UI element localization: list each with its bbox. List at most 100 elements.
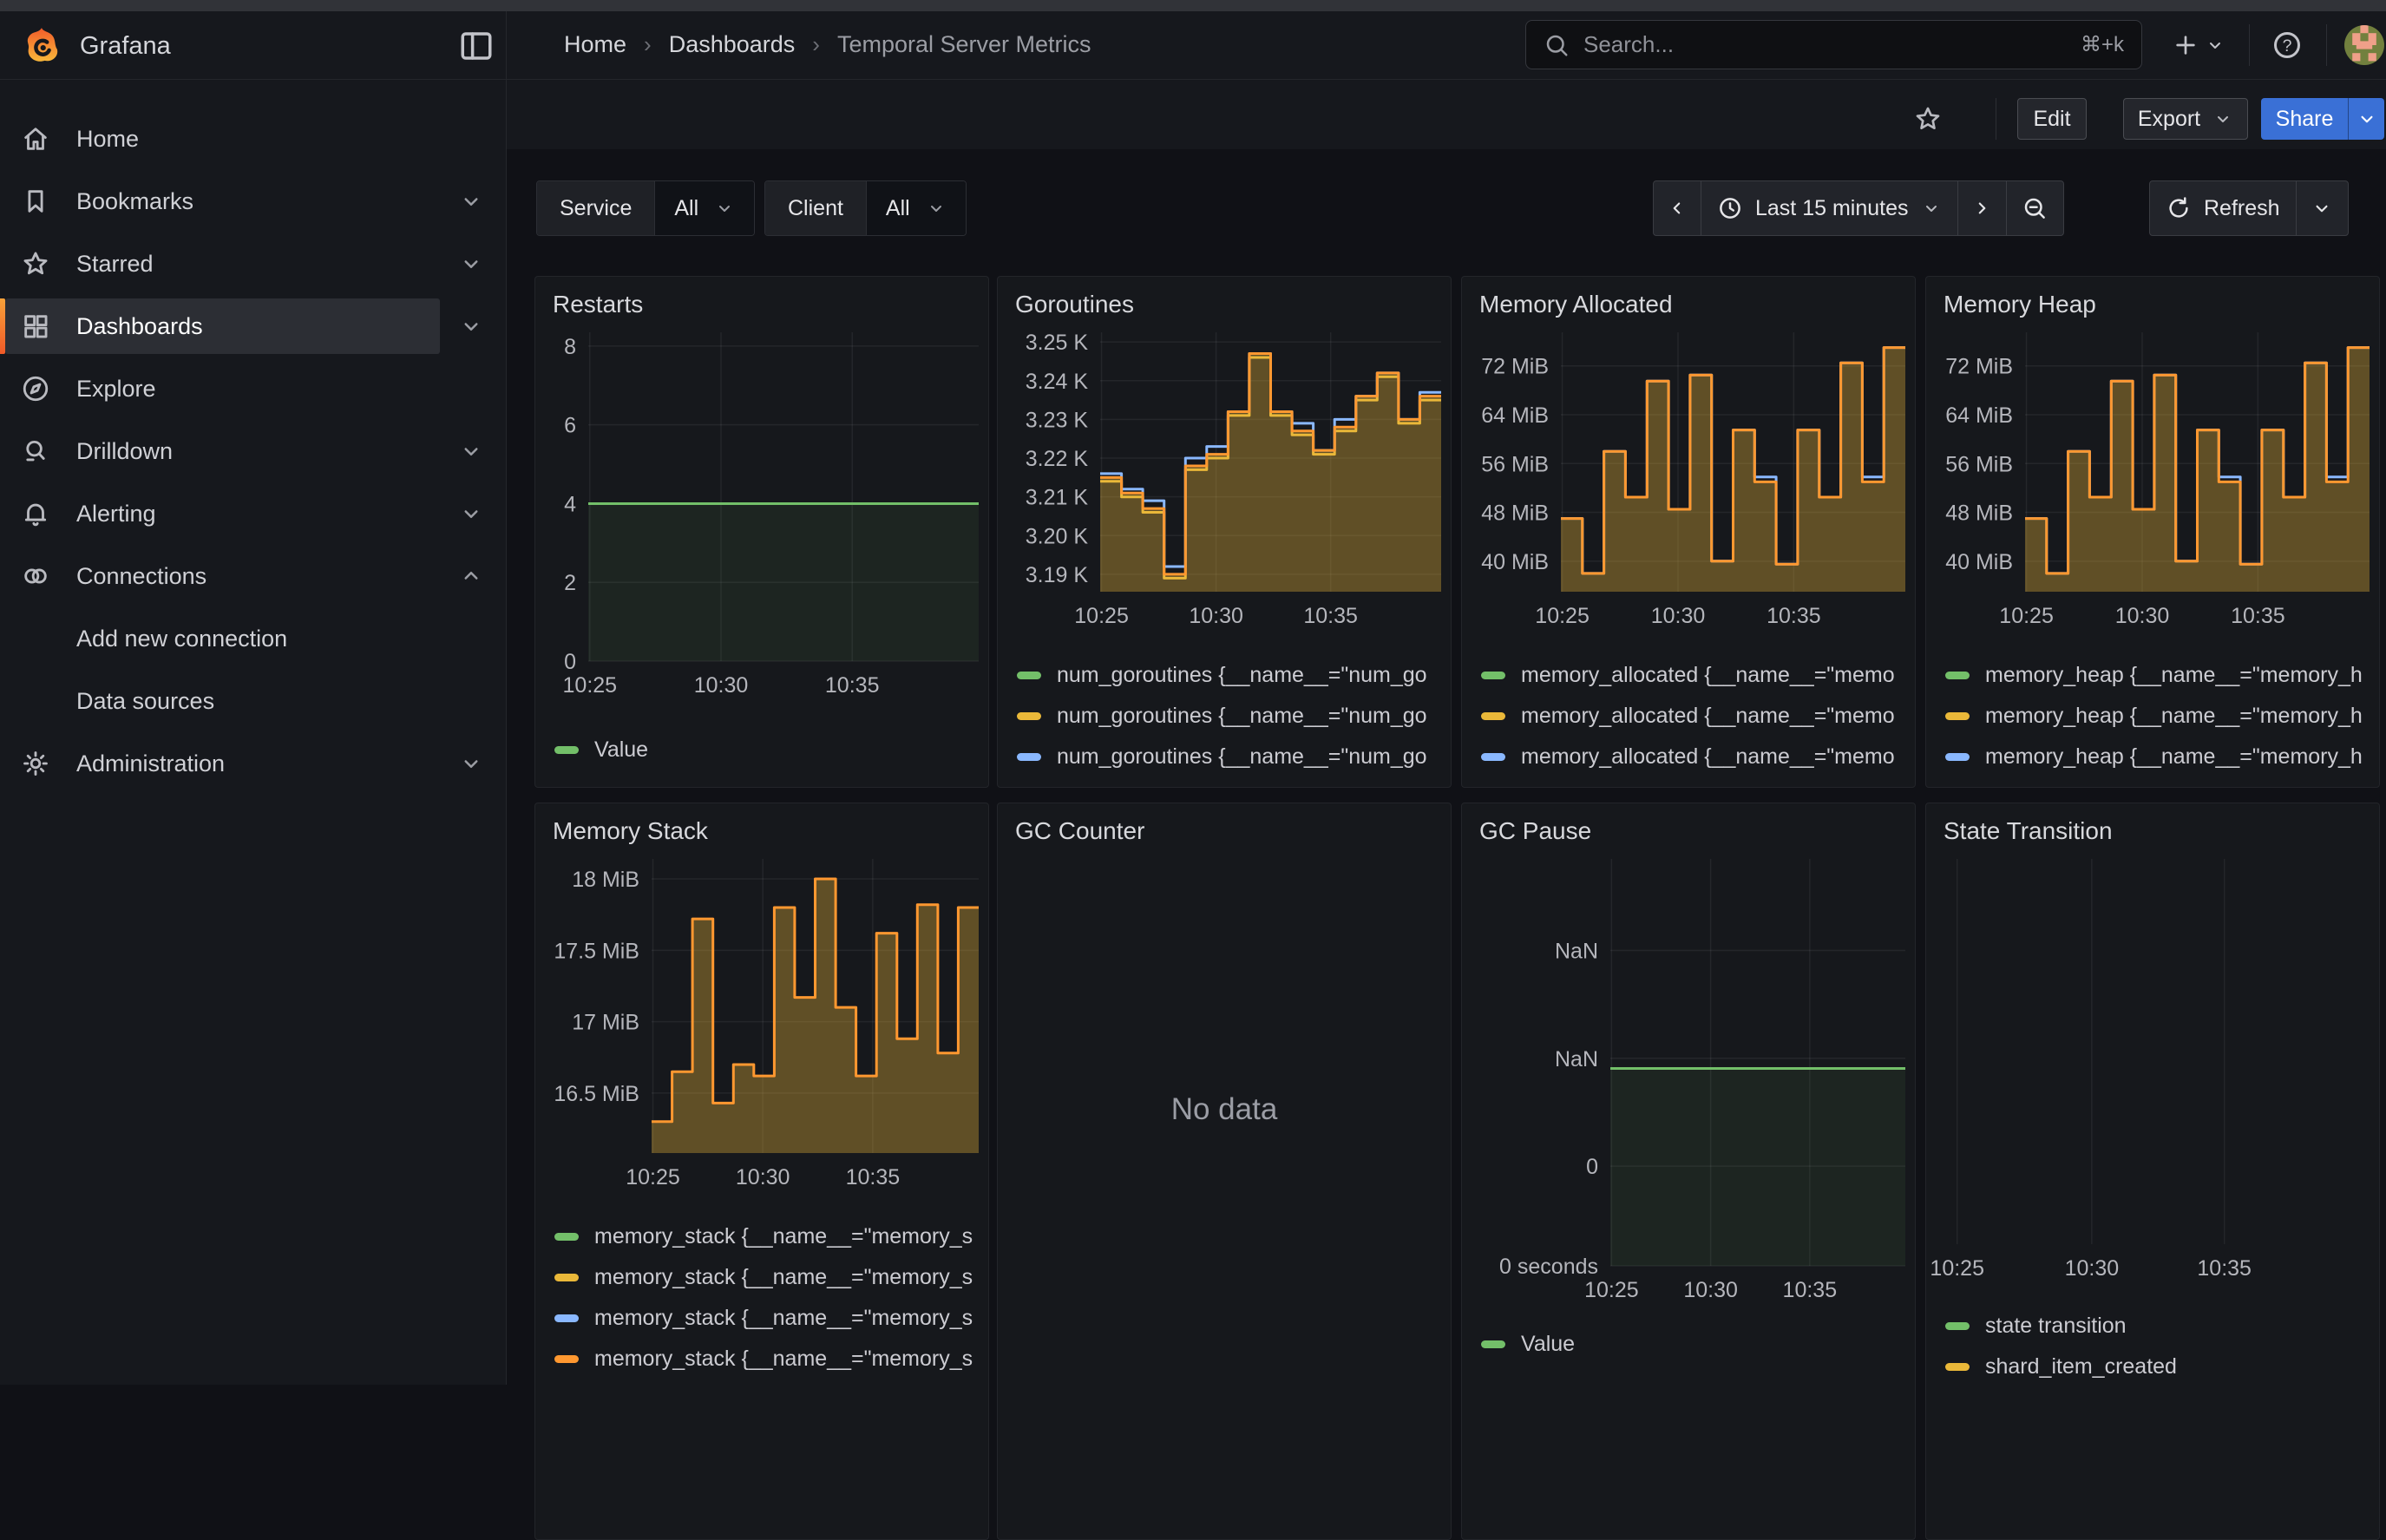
legend-item[interactable]: num_goroutines {__name__="num_go [1017,696,1451,737]
panel-goroutines[interactable]: Goroutines3.25 K3.24 K3.23 K3.22 K3.21 K… [997,276,1452,788]
panel-memory-allocated[interactable]: Memory Allocated72 MiB64 MiB56 MiB48 MiB… [1461,276,1916,788]
legend-item[interactable]: memory_heap {__name__="memory_h [1945,655,2379,696]
legend-item[interactable]: memory_heap {__name__="memory_h [1945,737,2379,777]
legend-item[interactable]: memory_allocated {__name__="memo [1481,655,1915,696]
search-input[interactable]: Search... ⌘+k [1525,20,2142,69]
chevron-down-icon[interactable] [458,750,484,777]
svg-text:0: 0 [564,650,576,674]
svg-text:10:35: 10:35 [1303,604,1358,628]
legend-item[interactable]: memory_allocated {__name__="memo [1481,737,1915,777]
breadcrumb-dashboards[interactable]: Dashboards [669,31,796,58]
legend-item[interactable]: memory_stack {__name__="memory_s [554,1216,988,1257]
sidebar-item-drilldown[interactable]: Drilldown [0,423,506,479]
filter-value-dropdown[interactable]: All [654,181,754,235]
refresh-interval-chevron-button[interactable] [2296,181,2348,235]
sidebar-item-bookmarks[interactable]: Bookmarks [0,174,506,229]
panel-chart[interactable]: NaNNaN00 seconds10:2510:3010:35 [1467,854,1915,1305]
sidebar-item-alerting[interactable]: Alerting [0,486,506,541]
chevron-down-icon[interactable] [458,438,484,464]
grafana-logo[interactable] [23,26,61,64]
legend-swatch [554,1314,579,1322]
legend-item[interactable]: num_goroutines {__name__="num_go [1017,655,1451,696]
legend-label: memory_allocated {__name__="memo [1521,663,1895,688]
filter-client[interactable]: ClientAll [764,180,967,236]
panel-memory-heap[interactable]: Memory Heap72 MiB64 MiB56 MiB48 MiB40 Mi… [1925,276,2380,788]
legend-swatch [1945,712,1970,720]
sidebar-item-home[interactable]: Home [0,111,506,167]
filter-service[interactable]: ServiceAll [536,180,755,236]
panel-left-toggle-icon[interactable] [458,28,495,64]
time-shift-forward-button[interactable] [1957,181,2006,235]
panel-restarts[interactable]: Restarts 8642010:2510:3010:35 Value [534,276,989,788]
legend-item[interactable]: Value [554,730,988,770]
add-button[interactable] [2166,26,2232,64]
panel-chart[interactable]: 18 MiB17.5 MiB17 MiB16.5 MiB10:2510:3010… [541,854,988,1192]
export-button[interactable]: Export [2123,98,2248,140]
sidebar-item-starred[interactable]: Starred [0,236,506,292]
panel-title: Restarts [535,277,988,318]
legend-item[interactable]: state transition [1945,1306,2379,1347]
sidebar-item-add-new-connection[interactable]: Add new connection [0,611,506,666]
panel-chart[interactable]: 10:2510:3010:35 [1931,854,2379,1283]
legend-item[interactable]: Value [1481,1324,1915,1365]
sidebar-item-dashboards[interactable]: Dashboards [0,298,506,354]
sidebar-item-label: Bookmarks [76,188,193,215]
legend-item[interactable]: memory_stack {__name__="memory_s [554,1257,988,1298]
clock-icon [1717,195,1743,221]
time-range-picker[interactable]: Last 15 minutes [1701,181,1957,235]
legend-item[interactable]: num_goroutines {__name__="num_go [1017,737,1451,777]
filter-value-dropdown[interactable]: All [866,181,966,235]
sidebar-item-connections[interactable]: Connections [0,548,506,604]
chevron-up-icon[interactable] [458,563,484,589]
favorite-star-icon[interactable] [1905,98,1950,140]
sidebar-item-explore[interactable]: Explore [0,361,506,416]
panel-chart[interactable]: 72 MiB64 MiB56 MiB48 MiB40 MiB10:2510:30… [1931,327,2379,631]
panel-state-transition[interactable]: State Transition10:2510:3010:35state tra… [1925,803,2380,1540]
chevron-down-icon[interactable] [458,188,484,214]
panel-memory-stack[interactable]: Memory Stack18 MiB17.5 MiB17 MiB16.5 MiB… [534,803,989,1540]
panel-gc-pause[interactable]: GC PauseNaNNaN00 seconds10:2510:3010:35V… [1461,803,1916,1540]
chevron-down-icon[interactable] [458,251,484,277]
sidebar-item-label: Dashboards [76,313,203,340]
panel-title: GC Counter [998,803,1451,845]
legend-item[interactable]: memory_stack {__name__="memory_s [554,1339,988,1379]
panel-legend: memory_stack {__name__="memory_smemory_s… [554,1216,988,1379]
legend-swatch [1017,672,1041,679]
breadcrumb-home[interactable]: Home [564,31,626,58]
legend-label: num_goroutines {__name__="num_go [1057,744,1427,770]
svg-text:10:30: 10:30 [1189,604,1243,628]
panel-chart[interactable]: 3.25 K3.24 K3.23 K3.22 K3.21 K3.20 K3.19… [1003,327,1451,631]
panel-chart[interactable]: 8642010:2510:3010:35 [541,327,988,700]
svg-text:NaN: NaN [1555,940,1598,964]
legend-item[interactable]: memory_allocated {__name__="memo [1481,696,1915,737]
drilldown-icon [21,436,50,466]
panel-chart[interactable]: 72 MiB64 MiB56 MiB48 MiB40 MiB10:2510:30… [1467,327,1915,631]
panel-gc-counter[interactable]: GC CounterNo data [997,803,1452,1540]
legend-item[interactable]: memory_heap {__name__="memory_h [1945,696,2379,737]
sidebar-item-data-sources[interactable]: Data sources [0,673,506,729]
share-button[interactable]: Share [2261,98,2348,140]
refresh-icon [2166,195,2192,221]
help-icon[interactable]: ? [2268,26,2306,64]
zoom-out-icon[interactable] [2006,181,2063,235]
user-avatar[interactable] [2344,25,2384,65]
chevron-down-icon[interactable] [458,313,484,339]
legend-item[interactable]: memory_stack {__name__="memory_s [554,1298,988,1339]
share-chevron-button[interactable] [2348,98,2384,140]
svg-text:3.24 K: 3.24 K [1026,370,1089,394]
legend-item[interactable]: memory_allocated {__name__="memo [1481,777,1915,788]
legend-label: memory_stack {__name__="memory_s [594,1265,973,1290]
chevron-down-icon[interactable] [458,501,484,527]
chevron-down-icon [1921,198,1942,219]
time-shift-back-button[interactable] [1654,181,1701,235]
search-placeholder: Search... [1583,31,2067,58]
refresh-button[interactable]: Refresh [2150,181,2296,235]
svg-text:10:35: 10:35 [1767,604,1821,628]
legend-item[interactable]: shard_item_created [1945,1347,2379,1387]
sidebar-item-administration[interactable]: Administration [0,736,506,791]
grid-icon [21,311,50,341]
legend-item[interactable]: num_goroutines {__name__="num_go [1017,777,1451,788]
panel-legend: num_goroutines {__name__="num_gonum_goro… [1017,655,1451,788]
legend-item[interactable]: memory_heap {__name__="memory_h [1945,777,2379,788]
edit-button[interactable]: Edit [2017,98,2087,140]
